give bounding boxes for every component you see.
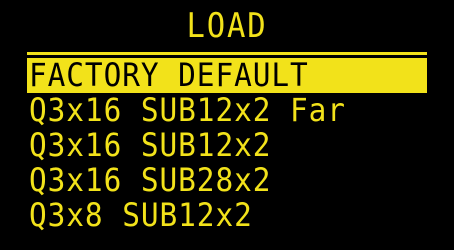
preset-item-q3x16-sub12x2[interactable]: Q3x16 SUB12x2: [27, 128, 427, 163]
preset-item-factory-default[interactable]: FACTORY DEFAULT: [27, 58, 427, 93]
preset-item-q3x16-sub12x2-far[interactable]: Q3x16 SUB12x2 Far: [27, 93, 427, 128]
preset-item-q3x16-sub28x2[interactable]: Q3x16 SUB28x2: [27, 163, 427, 198]
preset-item-label: Q3x16 SUB28x2: [29, 163, 272, 198]
preset-item-label: Q3x16 SUB12x2: [29, 128, 272, 163]
load-menu-screen: LOAD FACTORY DEFAULT Q3x16 SUB12x2 Far Q…: [0, 0, 454, 250]
preset-item-q3x8-sub12x2[interactable]: Q3x8 SUB12x2: [27, 198, 427, 233]
menu-title: LOAD: [186, 6, 268, 46]
title-divider: [27, 52, 427, 55]
preset-item-label: Q3x16 SUB12x2 Far: [29, 93, 346, 128]
preset-item-label: Q3x8 SUB12x2: [29, 198, 253, 233]
preset-list: FACTORY DEFAULT Q3x16 SUB12x2 Far Q3x16 …: [27, 58, 427, 233]
preset-item-label: FACTORY DEFAULT: [29, 58, 309, 93]
